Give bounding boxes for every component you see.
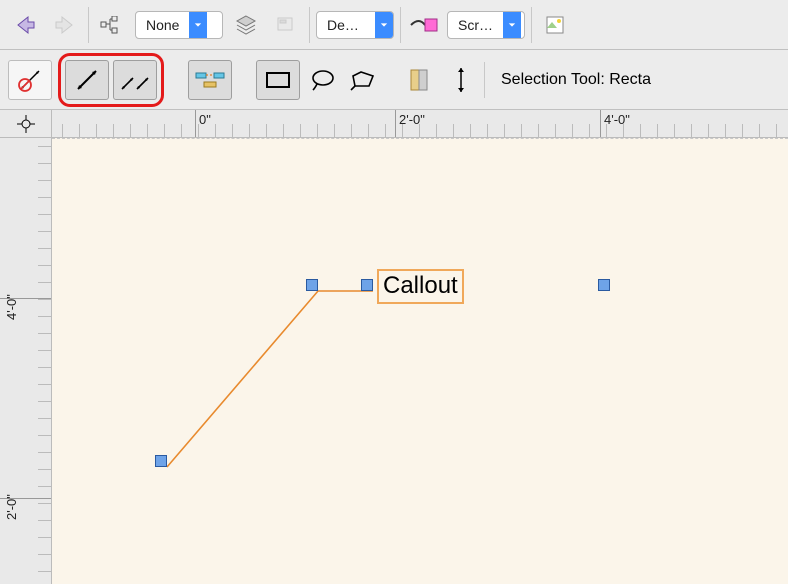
callout-leader-line: [52, 139, 788, 584]
selection-handle[interactable]: [361, 279, 373, 291]
render-mode-button[interactable]: [538, 8, 572, 42]
individual-scale-disabled-button[interactable]: [8, 60, 52, 100]
ruler-horizontal-row: 0"2'-0"4'-0": [0, 110, 788, 138]
selection-handle[interactable]: [155, 455, 167, 467]
wall-tool-icon[interactable]: [404, 63, 438, 97]
chevron-down-icon: [375, 12, 393, 38]
chevron-down-icon: [189, 12, 207, 38]
plane-toggle-icon[interactable]: [407, 8, 441, 42]
workspace: 4'-0"2'-0" Callout: [0, 138, 788, 584]
class-dropdown-label: None: [136, 17, 189, 33]
nav-forward-button: [48, 8, 82, 42]
layer-dropdown-label: Des…: [317, 17, 375, 33]
class-dropdown[interactable]: None: [135, 11, 223, 39]
drawing-canvas[interactable]: Callout: [52, 138, 788, 584]
polygon-lasso-button[interactable]: [346, 63, 380, 97]
hierarchy-icon[interactable]: [95, 8, 129, 42]
wall-join-button[interactable]: [188, 60, 232, 100]
viewport-dropdown-label: Scr…: [448, 17, 503, 33]
lasso-tool-button[interactable]: [306, 63, 340, 97]
selection-handle[interactable]: [306, 279, 318, 291]
ruler-origin-icon[interactable]: [0, 110, 52, 137]
chevron-down-icon: [503, 12, 521, 38]
status-text: Selection Tool: Recta: [501, 71, 651, 89]
highlight-box: [58, 53, 164, 107]
vertical-resize-icon[interactable]: [444, 63, 478, 97]
selection-handle[interactable]: [598, 279, 610, 291]
double-arrow-scale-button[interactable]: [113, 60, 157, 100]
layers-stack-icon[interactable]: [229, 8, 263, 42]
top-toolbar: None Des… Scr…: [0, 0, 788, 50]
layer-edit-icon: [269, 8, 303, 42]
layer-dropdown[interactable]: Des…: [316, 11, 394, 39]
viewport-dropdown[interactable]: Scr…: [447, 11, 525, 39]
rectangle-tool-button[interactable]: [256, 60, 300, 100]
ruler-vertical[interactable]: 4'-0"2'-0": [0, 138, 52, 584]
nav-back-button[interactable]: [8, 8, 42, 42]
mode-toolbar: Selection Tool: Recta: [0, 50, 788, 110]
callout-text[interactable]: Callout: [377, 269, 464, 304]
ruler-horizontal[interactable]: 0"2'-0"4'-0": [52, 110, 788, 137]
single-arrow-scale-button[interactable]: [65, 60, 109, 100]
